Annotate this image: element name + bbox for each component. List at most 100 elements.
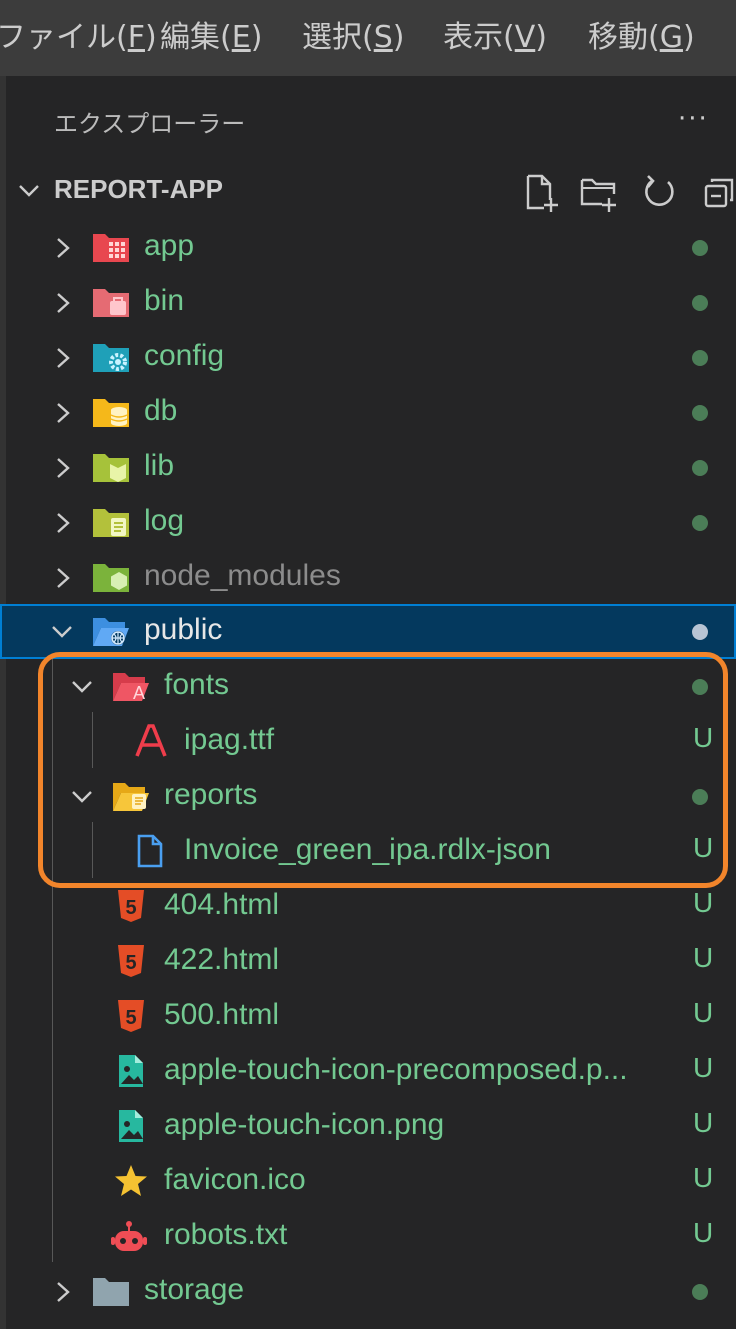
refresh-icon[interactable] [640, 172, 678, 212]
chevron-right-icon [57, 293, 70, 313]
git-status-dot [692, 624, 708, 640]
tree-item-robots-txt[interactable]: robots.txt U [0, 1209, 736, 1264]
menu-view[interactable]: 表示(V) [443, 16, 547, 60]
git-status-untracked: U [693, 1162, 714, 1193]
git-status-dot [692, 240, 708, 256]
menu-go-suffix: ) [682, 20, 695, 55]
tree-item-label: apple-touch-icon.png [164, 1108, 445, 1141]
tree-item-node-modules[interactable]: node_modules [0, 550, 736, 605]
menu-bar: ファイル(F) 編集(E) 選択(S) 表示(V) 移動(G) [0, 0, 736, 76]
chevron-right-icon [57, 568, 70, 588]
tree-item-label: bin [144, 284, 185, 317]
menu-file-label: ファイル( [0, 20, 128, 55]
more-actions-icon[interactable]: ··· [678, 104, 709, 134]
chevron-right-icon [57, 1282, 70, 1302]
svg-text:5: 5 [125, 1007, 136, 1029]
html5-icon: 5 [118, 1000, 144, 1032]
workspace-section-header[interactable]: REPORT-APP [0, 164, 736, 218]
highlight-annotation-box [38, 652, 728, 888]
tree-item-config[interactable]: config [0, 330, 736, 385]
folder-app-icon [93, 234, 129, 262]
tree-item-label: 404.html [164, 888, 280, 921]
tree-item-label: db [144, 394, 178, 427]
git-status-dot [692, 1284, 708, 1300]
tree-item-label: robots.txt [164, 1218, 288, 1251]
tree-item-label: log [144, 504, 185, 537]
tree-item-apple-touch-icon-png[interactable]: apple-touch-icon.png U [0, 1099, 736, 1154]
git-status-dot [692, 515, 708, 531]
tree-item-bin[interactable]: bin [0, 275, 736, 330]
menu-selection[interactable]: 選択(S) [302, 16, 404, 60]
new-file-icon[interactable] [520, 172, 560, 212]
workspace-title: REPORT-APP [54, 174, 224, 204]
image-file-icon [119, 1110, 143, 1142]
menu-edit[interactable]: 編集(E) [160, 16, 262, 60]
tree-item-public[interactable]: public [0, 604, 736, 659]
tree-item-label: public [144, 613, 223, 646]
folder-bin-icon [93, 289, 129, 317]
git-status-untracked: U [693, 942, 714, 973]
menu-edit-label: 編集( [160, 20, 232, 55]
tree-item-apple-touch-icon-precomposed[interactable]: apple-touch-icon-precomposed.p... U [0, 1044, 736, 1099]
tree-item-lib[interactable]: lib [0, 440, 736, 495]
folder-public-open-icon [93, 618, 129, 646]
tree-item-422-html[interactable]: 5 422.html U [0, 934, 736, 989]
menu-selection-suffix: ) [392, 20, 405, 55]
folder-config-icon [93, 344, 129, 372]
git-status-untracked: U [693, 1052, 714, 1083]
git-status-dot [692, 295, 708, 311]
menu-go-key: G [659, 20, 683, 55]
tree-item-label: storage [144, 1273, 245, 1306]
menu-file-suffix: ) [144, 20, 157, 55]
folder-icon [93, 1278, 129, 1306]
tree-item-log[interactable]: log [0, 495, 736, 550]
chevron-right-icon [57, 348, 70, 368]
tree-item-db[interactable]: db [0, 385, 736, 440]
menu-file-key: F [127, 20, 145, 55]
new-folder-icon[interactable] [578, 172, 620, 212]
menu-view-suffix: ) [535, 20, 547, 55]
tree-item-label: lib [144, 449, 175, 482]
menu-go[interactable]: 移動(G) [588, 16, 695, 60]
git-status-untracked: U [693, 997, 714, 1028]
image-file-icon [119, 1055, 143, 1087]
star-icon [115, 1165, 147, 1196]
svg-text:5: 5 [125, 952, 136, 974]
tree-item-label: 500.html [164, 998, 280, 1031]
chevron-right-icon [57, 403, 70, 423]
git-status-untracked: U [693, 1217, 714, 1248]
html5-icon: 5 [118, 890, 144, 922]
menu-selection-key: S [373, 20, 393, 55]
tree-item-label: 422.html [164, 943, 280, 976]
chevron-right-icon [57, 238, 70, 258]
folder-log-icon [93, 509, 129, 537]
robot-icon [111, 1221, 147, 1251]
tree-item-label: apple-touch-icon-precomposed.p... [164, 1053, 628, 1086]
tree-item-storage[interactable]: storage [0, 1264, 736, 1319]
explorer-title: エクスプローラー [54, 110, 246, 138]
menu-edit-key: E [231, 20, 251, 55]
git-status-untracked: U [693, 887, 714, 918]
git-status-dot [692, 460, 708, 476]
tree-item-500-html[interactable]: 5 500.html U [0, 989, 736, 1044]
tree-item-label: node_modules [144, 559, 341, 592]
folder-node-icon [93, 564, 129, 592]
chevron-down-icon [52, 626, 72, 638]
chevron-right-icon [57, 513, 70, 533]
menu-go-label: 移動( [588, 20, 660, 55]
chevron-right-icon [57, 458, 70, 478]
git-status-dot [692, 350, 708, 366]
tree-item-app[interactable]: app [0, 220, 736, 275]
collapse-all-icon[interactable] [700, 172, 736, 212]
menu-file[interactable]: ファイル(F) [0, 16, 157, 60]
tree-item-label: config [144, 339, 225, 372]
git-status-untracked: U [693, 1107, 714, 1138]
chevron-down-icon [19, 185, 39, 197]
tree-item-label: app [144, 229, 195, 262]
menu-view-label: 表示( [443, 20, 515, 55]
folder-lib-icon [93, 454, 129, 482]
folder-database-icon [93, 399, 129, 427]
menu-edit-suffix: ) [250, 20, 263, 55]
menu-selection-label: 選択( [302, 20, 374, 55]
tree-item-favicon-ico[interactable]: favicon.ico U [0, 1154, 736, 1209]
